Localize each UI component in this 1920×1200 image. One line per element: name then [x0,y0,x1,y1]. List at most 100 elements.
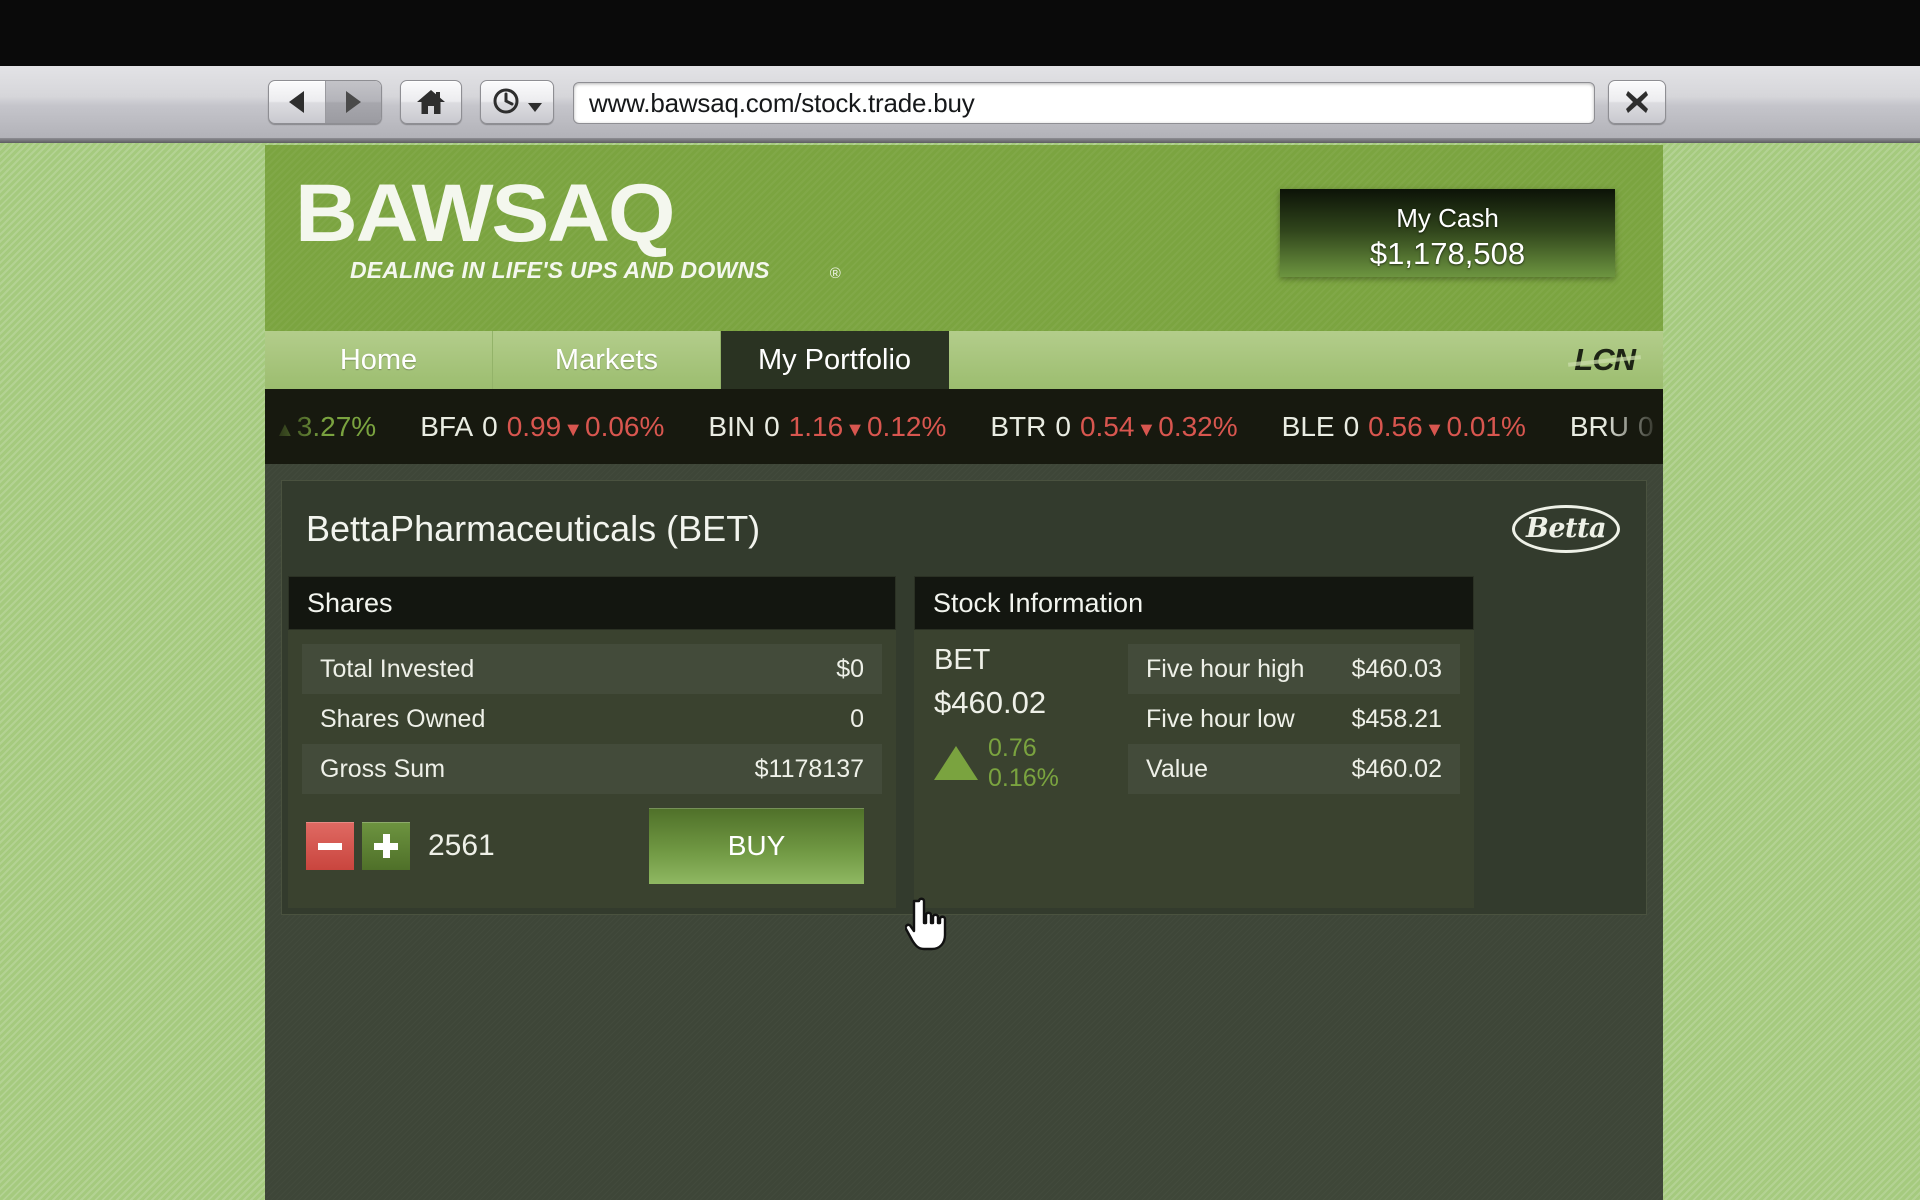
row-value: $1178137 [755,755,864,784]
address-bar[interactable]: www.bawsaq.com/stock.trade.buy [573,82,1595,124]
back-arrow-icon [289,91,304,113]
ticker-arrow-icon: ▲ [275,419,295,442]
browser-toolbar: www.bawsaq.com/stock.trade.buy [0,66,1920,140]
page-content: BettaPharmaceuticals (BET) Betta Shares … [265,464,1663,1200]
registered-mark-icon: ® [830,265,841,282]
change-percent: 0.16% [988,763,1059,793]
ticker-arrow-icon: ▼ [845,419,865,442]
my-cash-value: $1,178,508 [1280,236,1615,272]
table-row: Five hour high $460.03 [1128,644,1460,694]
close-button[interactable] [1608,80,1666,124]
nav-filler: LCN [949,331,1663,389]
ticker-volume: 0 [1344,411,1360,443]
chevron-down-icon [528,103,542,113]
tab-home[interactable]: Home [265,331,493,389]
betta-logo: Betta [1512,505,1620,553]
quantity-value: 2561 [428,829,495,863]
ticker-item: BFA 0 0.99 ▼ 0.06% [420,411,664,443]
row-label: Five hour high [1146,655,1304,684]
main-navigation: Home Markets My Portfolio LCN [265,331,1663,389]
ticker-pct: 0.01% [1446,411,1525,443]
ticker-volume: 0 [1055,411,1071,443]
stock-card-header: BettaPharmaceuticals (BET) Betta [282,481,1646,576]
table-row: Total Invested $0 [302,644,882,694]
stock-change: 0.76 0.16% [934,733,1128,793]
home-button[interactable] [400,80,462,124]
stock-title: BettaPharmaceuticals (BET) [306,508,760,550]
bawsaq-logo: BAWSAQ DEALING IN LIFE'S UPS AND DOWNS ® [295,173,841,284]
row-value: $460.02 [1352,755,1442,784]
ticker-item: ▲ 3.27% [273,411,376,443]
ticker-pct: 0.06% [585,411,664,443]
stock-symbol: BET [934,644,1128,677]
screen-top-bar [0,0,1920,66]
ticker-volume: 0 [764,411,780,443]
stock-trade-card: BettaPharmaceuticals (BET) Betta Shares … [281,480,1647,915]
ticker-arrow-icon: ▼ [563,419,583,442]
clock-icon [493,87,525,117]
row-label: Five hour low [1146,705,1295,734]
minus-icon [318,843,342,850]
logo-wordmark: BAWSAQ [295,173,874,255]
table-row: Five hour low $458.21 [1128,694,1460,744]
table-row: Shares Owned 0 [302,694,882,744]
ticker-pct: 0.32% [1158,411,1237,443]
forward-arrow-icon [346,91,361,113]
shares-panel-title: Shares [288,576,896,630]
up-triangle-icon [934,746,978,780]
site-header: BAWSAQ DEALING IN LIFE'S UPS AND DOWNS ®… [265,145,1663,331]
ticker-price: 0.56 [1368,411,1423,443]
ticker-symbol: BLE [1282,411,1335,443]
ticker-price: 0.99 [507,411,562,443]
ticker-item: BRU 0 1.22 ▼ 0.37% [1570,411,1663,443]
row-value: $458.21 [1352,705,1442,734]
tab-my-portfolio[interactable]: My Portfolio [721,331,949,389]
row-label: Gross Sum [320,755,445,784]
shares-panel: Shares Total Invested $0 Shares Owned 0 … [288,576,896,908]
back-button[interactable] [269,81,325,123]
plus-icon [374,834,398,858]
row-label: Shares Owned [320,705,485,734]
home-icon [416,88,446,116]
stock-summary: BET $460.02 0.76 0.16% [928,644,1128,794]
webpage-viewport: BAWSAQ DEALING IN LIFE'S UPS AND DOWNS ®… [265,145,1663,1200]
decrease-quantity-button[interactable] [306,822,354,870]
ticker-volume: 0 [482,411,498,443]
ticker-arrow-icon: ▼ [1425,419,1445,442]
my-cash-panel: My Cash $1,178,508 [1280,189,1615,277]
betta-logo-text: Betta [1526,513,1606,544]
ticker-symbol: BTR [990,411,1046,443]
my-cash-label: My Cash [1280,189,1615,234]
panels-row: Shares Total Invested $0 Shares Owned 0 … [282,576,1646,914]
row-label: Total Invested [320,655,474,684]
ticker-price: 0.54 [1080,411,1135,443]
ticker-price: 1.16 [789,411,844,443]
navigation-button-group [268,80,382,124]
table-row: Gross Sum $1178137 [302,744,882,794]
ticker-symbol: BIN [708,411,755,443]
ticker-arrow-icon: ▼ [1136,419,1156,442]
change-value: 0.76 [988,733,1059,763]
stock-information-panel: Stock Information BET $460.02 0.76 0.16% [914,576,1474,908]
table-row: Value $460.02 [1128,744,1460,794]
history-button[interactable] [480,80,554,124]
buy-button[interactable]: BUY [649,808,864,884]
buy-controls: 2561 BUY [302,794,882,890]
stock-ticker-bar: ▲ 3.27% BFA 0 0.99 ▼ 0.06% BIN 0 1.16 ▼ … [265,389,1663,464]
tab-markets[interactable]: Markets [493,331,721,389]
close-x-icon [1623,88,1651,116]
stock-price: $460.02 [934,685,1128,721]
forward-button[interactable] [325,81,381,123]
buy-button-label: BUY [728,830,786,862]
row-value: 0 [850,705,864,734]
ticker-symbol: BRU [1570,411,1629,443]
increase-quantity-button[interactable] [362,822,410,870]
mouse-cursor-hand-icon [905,895,949,953]
ticker-item: BLE 0 0.56 ▼ 0.01% [1282,411,1526,443]
url-text: www.bawsaq.com/stock.trade.buy [574,88,975,119]
logo-tagline: DEALING IN LIFE'S UPS AND DOWNS [350,257,770,284]
ticker-volume: 0 [1638,411,1654,443]
ticker-item: BIN 0 1.16 ▼ 0.12% [708,411,946,443]
stock-info-rows: Five hour high $460.03 Five hour low $45… [1128,644,1460,794]
row-value: $460.03 [1352,655,1442,684]
